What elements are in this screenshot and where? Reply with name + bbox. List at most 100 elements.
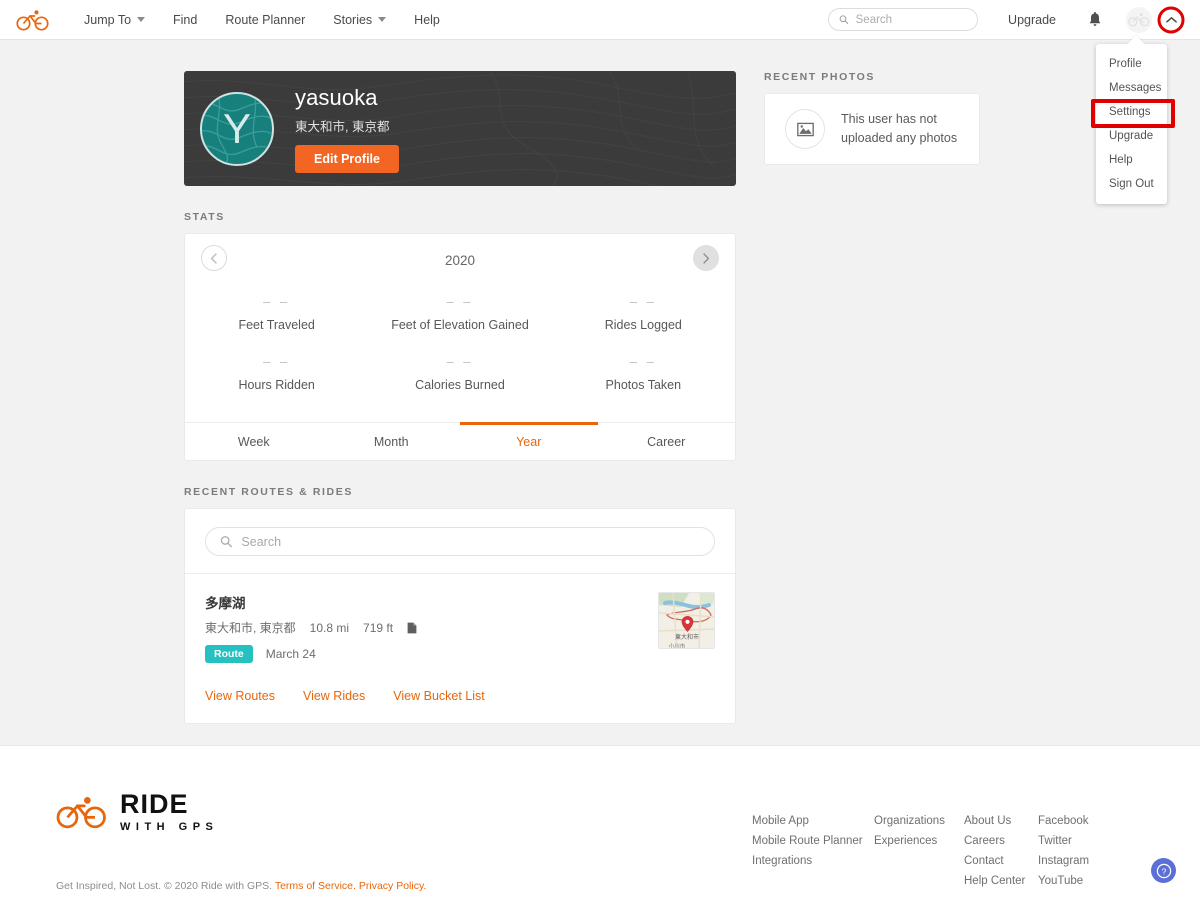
upgrade-link[interactable]: Upgrade	[1008, 13, 1056, 27]
stats-prev-year-button[interactable]	[201, 245, 227, 271]
stats-card: 2020 – – Feet Traveled – – Feet of Eleva…	[184, 233, 736, 461]
tab-year[interactable]: Year	[460, 422, 598, 460]
profile-card: Y yasuoka 東大和市, 東京都 Edit Profile	[184, 71, 736, 186]
footer-column-social: Facebook Twitter Instagram YouTube	[1038, 815, 1128, 895]
stat-feet-traveled: – – Feet Traveled	[185, 286, 368, 346]
footer-link[interactable]: About Us	[964, 815, 1038, 827]
document-icon	[407, 622, 417, 633]
menu-item-messages[interactable]: Messages	[1096, 76, 1167, 100]
stat-value: – –	[629, 354, 657, 369]
footer-link[interactable]: Integrations	[752, 855, 874, 867]
stats-year-label: 2020	[444, 252, 476, 268]
svg-text:小川市: 小川市	[669, 642, 686, 649]
photos-empty-line-1: This user has not	[841, 111, 937, 126]
chevron-down-icon	[137, 17, 146, 22]
copyright-bar: Get Inspired, Not Lost. © 2020 Ride with…	[56, 880, 426, 892]
footer-link[interactable]: YouTube	[1038, 875, 1128, 887]
route-info: 多摩湖 東大和市, 東京都 10.8 mi 719 ft Route March…	[205, 592, 658, 663]
footer-link[interactable]: Facebook	[1038, 815, 1128, 827]
menu-item-settings[interactable]: Settings	[1096, 100, 1167, 124]
footer-column-community: Organizations Experiences	[874, 815, 964, 895]
bicycle-avatar-icon[interactable]	[1126, 6, 1152, 33]
routes-search-input[interactable]	[241, 534, 700, 549]
help-support-button[interactable]: ?	[1151, 858, 1176, 883]
header-search[interactable]	[828, 8, 979, 31]
footer-link[interactable]: Careers	[964, 835, 1038, 847]
stat-photos-taken: – – Photos Taken	[552, 346, 735, 406]
view-bucket-list-link[interactable]: View Bucket List	[393, 689, 484, 703]
view-routes-link[interactable]: View Routes	[205, 689, 275, 703]
copyright-text: Get Inspired, Not Lost. © 2020 Ride with…	[56, 880, 273, 892]
route-location: 東大和市, 東京都	[205, 621, 296, 635]
profile-details: yasuoka 東大和市, 東京都 Edit Profile	[295, 85, 399, 173]
footer-link[interactable]: Instagram	[1038, 855, 1128, 867]
image-placeholder-icon	[785, 109, 825, 149]
left-column: Y yasuoka 東大和市, 東京都 Edit Profile STATS 2…	[184, 71, 736, 724]
stat-value: – –	[446, 354, 474, 369]
nav-label: Route Planner	[225, 12, 306, 27]
notification-bell-icon[interactable]	[1088, 11, 1102, 28]
footer-link[interactable]: Help Center	[964, 875, 1038, 887]
tab-week[interactable]: Week	[185, 423, 323, 460]
nav-item-find[interactable]: Find	[159, 13, 211, 27]
nav-item-stories[interactable]: Stories	[319, 13, 400, 27]
cyclist-logo-icon[interactable]	[14, 7, 52, 33]
footer-link[interactable]: Contact	[964, 855, 1038, 867]
photos-empty-message: This user has not uploaded any photos	[841, 110, 957, 149]
nav-item-route-planner[interactable]: Route Planner	[211, 13, 319, 27]
user-menu-toggle[interactable]	[1156, 5, 1186, 35]
stat-feet-elevation-gained: – – Feet of Elevation Gained	[368, 286, 551, 346]
footer-link[interactable]: Experiences	[874, 835, 964, 847]
recent-photos-card: This user has not uploaded any photos	[764, 93, 980, 165]
map-thumbnail[interactable]: 東大和市 小川市	[658, 592, 715, 649]
stat-value: – –	[446, 294, 474, 309]
menu-item-help[interactable]: Help	[1096, 148, 1167, 172]
user-dropdown-menu: Profile Messages Settings Upgrade Help S…	[1096, 35, 1167, 204]
nav-item-help[interactable]: Help	[400, 13, 454, 27]
footer-logo-primary: RIDE	[120, 789, 189, 819]
route-title: 多摩湖	[205, 596, 246, 611]
menu-item-sign-out[interactable]: Sign Out	[1096, 172, 1167, 196]
stat-label: Rides Logged	[604, 318, 682, 332]
stat-rides-logged: – – Rides Logged	[552, 286, 735, 346]
nav-item-jump-to[interactable]: Jump To	[70, 13, 159, 27]
stats-next-year-button[interactable]	[693, 245, 719, 271]
profile-location: 東大和市, 東京都	[295, 119, 390, 134]
svg-text:?: ?	[1161, 866, 1166, 876]
menu-item-profile[interactable]: Profile	[1096, 52, 1167, 76]
list-item[interactable]: 多摩湖 東大和市, 東京都 10.8 mi 719 ft Route March…	[185, 574, 735, 663]
terms-of-service-link[interactable]: Terms of Service.	[275, 880, 356, 892]
tab-month[interactable]: Month	[323, 423, 461, 460]
footer-link[interactable]: Twitter	[1038, 835, 1128, 847]
primary-nav: Jump To Find Route Planner Stories Help	[70, 13, 454, 27]
page-root: Jump To Find Route Planner Stories Help	[0, 0, 1200, 897]
route-tags: Route March 24	[205, 645, 658, 663]
menu-item-upgrade[interactable]: Upgrade	[1096, 124, 1167, 148]
stats-period-tabs: Week Month Year Career	[185, 422, 735, 460]
edit-profile-button[interactable]: Edit Profile	[295, 144, 399, 173]
chevron-left-icon	[210, 252, 217, 264]
routes-search-wrapper	[185, 509, 735, 574]
tab-career[interactable]: Career	[598, 423, 736, 460]
stat-label: Calories Burned	[415, 378, 505, 392]
footer-logo[interactable]: RIDE WITH GPS	[56, 791, 218, 833]
nav-label: Stories	[333, 12, 373, 27]
footer-link[interactable]: Organizations	[874, 815, 964, 827]
stat-value: – –	[629, 294, 657, 309]
footer-link[interactable]: Mobile App	[752, 815, 874, 827]
nav-label: Find	[173, 12, 198, 27]
footer-link[interactable]: Mobile Route Planner	[752, 835, 874, 847]
footer-column-company: About Us Careers Contact Help Center	[964, 815, 1038, 895]
route-elevation: 719 ft	[363, 620, 394, 635]
stat-label: Hours Ridden	[238, 378, 315, 392]
stats-grid: – – Feet Traveled – – Feet of Elevation …	[185, 286, 735, 422]
avatar[interactable]: Y	[200, 91, 274, 166]
search-input[interactable]	[855, 13, 968, 26]
stats-section-title: STATS	[184, 211, 225, 223]
avatar-initial: Y	[222, 104, 251, 152]
privacy-policy-link[interactable]: Privacy Policy.	[359, 880, 427, 892]
footer-column-product: Mobile App Mobile Route Planner Integrat…	[752, 815, 874, 895]
view-rides-link[interactable]: View Rides	[303, 689, 365, 703]
routes-search[interactable]	[205, 527, 715, 556]
main-content: Y yasuoka 東大和市, 東京都 Edit Profile STATS 2…	[0, 40, 1200, 745]
